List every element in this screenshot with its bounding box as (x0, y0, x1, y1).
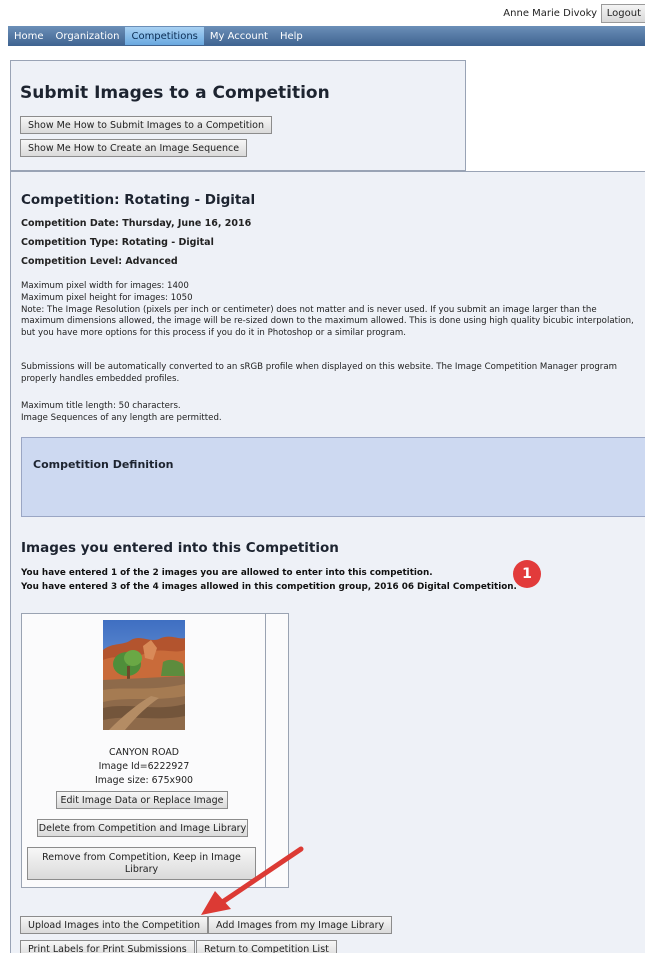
competition-date: Competition Date: Thursday, June 16, 201… (21, 218, 252, 229)
return-to-list-button[interactable]: Return to Competition List (196, 940, 337, 953)
nav-item-home[interactable]: Home (8, 26, 50, 46)
competition-definition-title: Competition Definition (33, 458, 174, 471)
competition-level: Competition Level: Advanced (21, 256, 178, 267)
limit-line: but you have more options for this proce… (21, 328, 406, 339)
srgb-line: properly handles embedded profiles. (21, 373, 180, 384)
logout-button[interactable]: Logout (600, 4, 645, 23)
limit-line: Maximum pixel height for images: 1050 (21, 292, 193, 303)
how-to-create-sequence-button[interactable]: Show Me How to Create an Image Sequence (20, 139, 248, 157)
sequence-line: Image Sequences of any length are permit… (21, 412, 222, 423)
image-thumbnail[interactable] (103, 620, 185, 730)
limit-line: maximum dimensions allowed, the image wi… (21, 316, 634, 327)
edit-image-button[interactable]: Edit Image Data or Replace Image (56, 791, 228, 809)
image-size: Image size: 675x900 (95, 775, 193, 786)
main-nav: Home Organization Competitions My Accoun… (8, 26, 645, 46)
nav-item-help[interactable]: Help (274, 26, 309, 46)
group-count-message: You have entered 3 of the 4 images allow… (21, 582, 517, 592)
image-limits: Maximum pixel width for images: 1400 Max… (21, 281, 634, 340)
image-title: CANYON ROAD (109, 747, 179, 758)
upload-images-button[interactable]: Upload Images into the Competition (20, 916, 208, 934)
srgb-line: Submissions will be automatically conver… (21, 362, 617, 372)
annotation-arrow-icon (201, 846, 304, 915)
user-name: Anne Marie Divoky (503, 8, 597, 19)
nav-item-organization[interactable]: Organization (50, 26, 126, 46)
limit-line: Note: The Image Resolution (pixels per i… (21, 304, 597, 315)
submit-panel: Submit Images to a Competition Show Me H… (10, 60, 466, 171)
limit-line: Maximum pixel width for images: 1400 (21, 281, 189, 291)
print-labels-button[interactable]: Print Labels for Print Submissions (20, 940, 195, 953)
nav-item-my-account[interactable]: My Account (204, 26, 274, 46)
srgb-note: Submissions will be automatically conver… (21, 362, 617, 386)
entered-images-title: Images you entered into this Competition (21, 540, 339, 556)
page-title: Submit Images to a Competition (20, 83, 330, 103)
top-bar: Anne Marie Divoky Logout (0, 0, 645, 26)
delete-image-button[interactable]: Delete from Competition and Image Librar… (37, 819, 248, 837)
title-length-line: Maximum title length: 50 characters. (21, 401, 181, 411)
annotation-marker: 1 (513, 560, 541, 588)
title-length-note: Maximum title length: 50 characters. Ima… (21, 401, 222, 425)
competition-definition-box: Competition Definition (21, 437, 645, 517)
competition-title: Competition: Rotating - Digital (21, 192, 256, 208)
competition-panel: Competition: Rotating - Digital Competit… (10, 171, 645, 953)
image-id: Image Id=6222927 (98, 761, 190, 772)
competition-type: Competition Type: Rotating - Digital (21, 237, 214, 248)
how-to-submit-button[interactable]: Show Me How to Submit Images to a Compet… (20, 116, 272, 134)
entered-count-message: You have entered 1 of the 2 images you a… (21, 568, 433, 578)
nav-item-competitions[interactable]: Competitions (125, 27, 204, 45)
